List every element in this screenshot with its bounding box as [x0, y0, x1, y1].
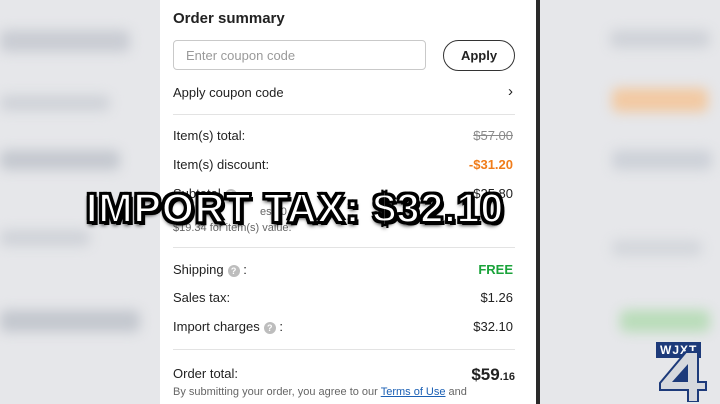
blurred-block: [612, 88, 708, 112]
coupon-code-input[interactable]: [173, 40, 426, 70]
shipping-label: Shipping? :: [173, 262, 247, 277]
sales-tax-value: $1.26: [480, 290, 513, 305]
divider: [173, 247, 515, 248]
terms-prefix: By submitting your order, you agree to o…: [173, 386, 381, 398]
import-charges-label: Import charges? :: [173, 319, 283, 334]
items-total-value: $57.00: [473, 128, 513, 143]
divider: [173, 349, 515, 350]
divider: [173, 114, 515, 115]
import-charges-label-text: Import charges: [173, 319, 260, 334]
order-total-row: Order total:: [173, 366, 515, 384]
order-summary-title: Order summary: [173, 10, 285, 27]
apply-coupon-code-label: Apply coupon code: [173, 85, 284, 100]
import-charges-value: $32.10: [473, 319, 513, 334]
station-logo: WJXT: [646, 342, 716, 402]
apply-coupon-code-link[interactable]: Apply coupon code ›: [173, 83, 515, 103]
terms-of-use-link[interactable]: Terms of Use: [381, 386, 446, 398]
import-charges-row: Import charges? : $32.10: [173, 319, 515, 337]
shipping-label-text: Shipping: [173, 262, 224, 277]
news-caption: IMPORT TAX: $32.10: [85, 184, 505, 232]
blurred-block: [0, 310, 140, 332]
sales-tax-label: Sales tax:: [173, 290, 231, 305]
blurred-block: [0, 95, 110, 111]
apply-coupon-button[interactable]: Apply: [443, 40, 515, 71]
blurred-block: [0, 150, 120, 170]
items-total-row: Item(s) total: $57.00: [173, 128, 515, 146]
order-total-value: $59.16: [471, 365, 515, 385]
blurred-block: [612, 150, 712, 170]
blurred-block: [612, 240, 702, 256]
help-icon[interactable]: ?: [227, 264, 240, 277]
order-total-dollars: $59: [471, 365, 500, 384]
terms-notice: By submitting your order, you agree to o…: [173, 386, 467, 398]
blurred-block: [0, 230, 90, 246]
items-discount-row: Item(s) discount: -$31.20: [173, 157, 515, 175]
order-total-label: Order total:: [173, 366, 239, 381]
terms-suffix: and: [445, 386, 467, 398]
blurred-block: [620, 310, 710, 332]
sales-tax-row: Sales tax: $1.26: [173, 290, 515, 308]
items-discount-value: -$31.20: [468, 157, 513, 172]
items-discount-label: Item(s) discount:: [173, 157, 270, 172]
shipping-row: Shipping? : FREE: [173, 262, 515, 280]
channel-4-icon: [659, 351, 707, 402]
blurred-block: [0, 30, 130, 52]
help-icon[interactable]: ?: [263, 321, 276, 334]
blurred-block: [610, 30, 710, 48]
shipping-value: FREE: [478, 262, 513, 277]
items-total-label: Item(s) total:: [173, 128, 246, 143]
chevron-right-icon: ›: [508, 83, 513, 100]
order-total-cents: .16: [499, 371, 515, 383]
